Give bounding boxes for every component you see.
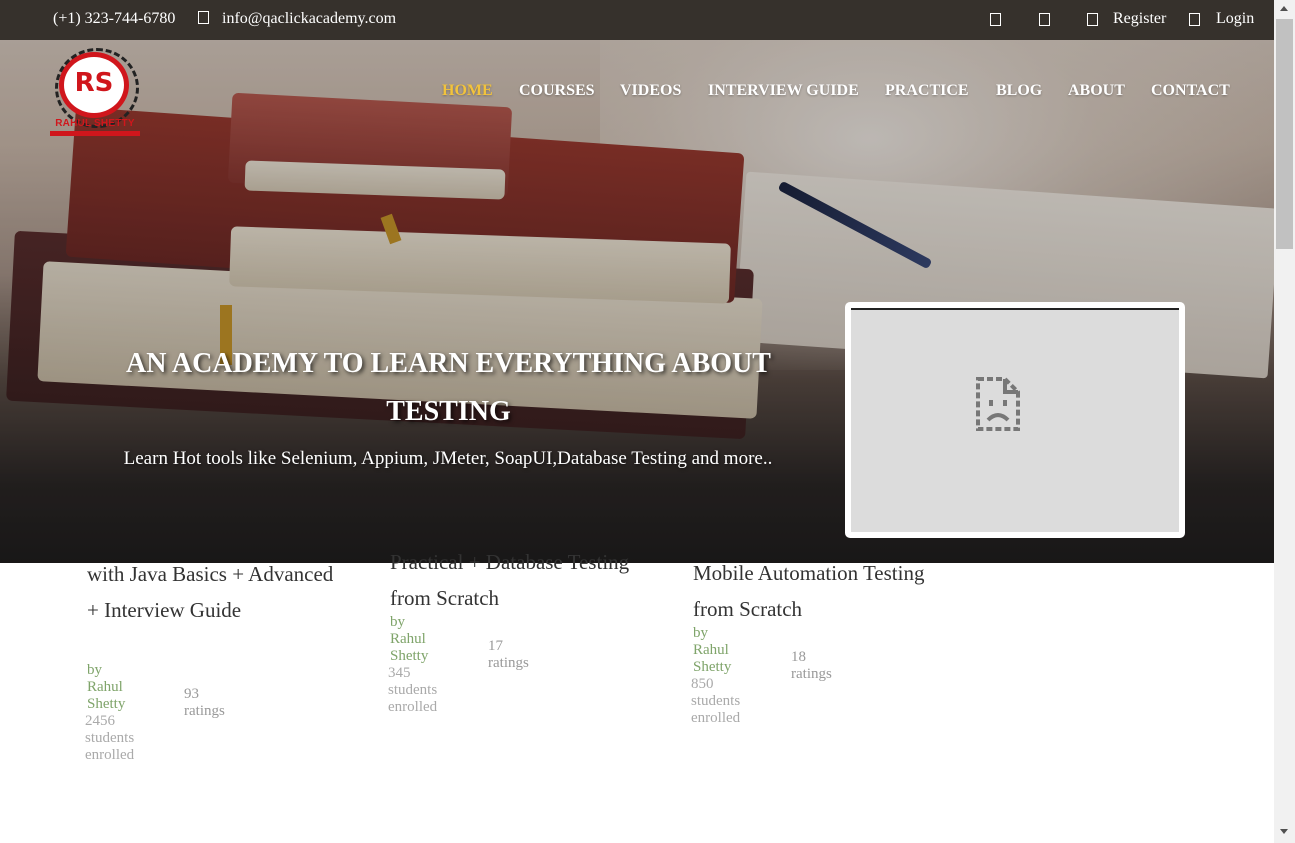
course-author[interactable]: by Rahul Shetty <box>390 614 428 665</box>
email-address[interactable]: info@qaclickacademy.com <box>222 10 396 28</box>
page: (+1) 323-744-6780 info@qaclickacademy.co… <box>0 0 1274 843</box>
register-link[interactable]: Register <box>1113 10 1166 28</box>
nav-item-contact[interactable]: CONTACT <box>1151 82 1230 100</box>
course-title[interactable]: with Java Basics + Advanced + Interview … <box>87 556 347 628</box>
course-author[interactable]: by Rahul Shetty <box>693 625 731 676</box>
nav-item-courses[interactable]: COURSES <box>519 82 595 100</box>
hero-video-frame[interactable] <box>845 302 1185 538</box>
course-author[interactable]: by Rahul Shetty <box>87 662 125 713</box>
register-icon <box>1087 13 1098 26</box>
course-enrolled: 850 students enrolled <box>691 676 741 726</box>
nav-item-videos[interactable]: VIDEOS <box>620 82 681 100</box>
mail-icon <box>198 11 209 24</box>
scrollbar-thumb[interactable] <box>1276 19 1293 249</box>
social-icon[interactable] <box>1039 13 1050 26</box>
nav-item-blog[interactable]: BLOG <box>996 82 1042 100</box>
social-icon[interactable] <box>990 13 1001 26</box>
logo-name: RAHUL SHETTY <box>55 118 135 129</box>
course-enrolled: 2456 students enrolled <box>85 713 135 763</box>
nav-item-about[interactable]: ABOUT <box>1068 82 1125 100</box>
page-scrollbar[interactable] <box>1274 0 1295 843</box>
main-nav: HOME COURSES VIDEOS INTERVIEW GUIDE PRAC… <box>0 82 1274 102</box>
course-ratings: 18 ratings <box>791 649 832 682</box>
course-title[interactable]: Mobile Automation Testing from Scratch <box>693 555 953 627</box>
hero-subline: Learn Hot tools like Selenium, Appium, J… <box>123 448 773 469</box>
login-icon <box>1189 13 1200 26</box>
nav-item-practice[interactable]: PRACTICE <box>885 82 969 100</box>
top-contact-bar: (+1) 323-744-6780 info@qaclickacademy.co… <box>0 0 1274 40</box>
scroll-down-arrow-icon[interactable] <box>1280 829 1288 834</box>
logo-tagline <box>50 131 140 136</box>
nav-item-interview-guide[interactable]: INTERVIEW GUIDE <box>708 82 859 100</box>
course-enrolled: 345 students enrolled <box>388 665 438 715</box>
hero-headline: AN ACADEMY TO LEARN EVERYTHING ABOUT TES… <box>126 348 771 427</box>
broken-document-icon <box>976 377 1020 431</box>
scroll-up-arrow-icon[interactable] <box>1280 6 1288 11</box>
course-ratings: 93 ratings <box>184 686 225 719</box>
course-title[interactable]: Practical + Database Testing from Scratc… <box>390 544 650 616</box>
course-ratings: 17 ratings <box>488 638 529 671</box>
video-placeholder <box>851 308 1179 532</box>
login-link[interactable]: Login <box>1216 10 1254 28</box>
phone-number[interactable]: (+1) 323-744-6780 <box>53 10 175 28</box>
nav-item-home[interactable]: HOME <box>442 82 493 100</box>
